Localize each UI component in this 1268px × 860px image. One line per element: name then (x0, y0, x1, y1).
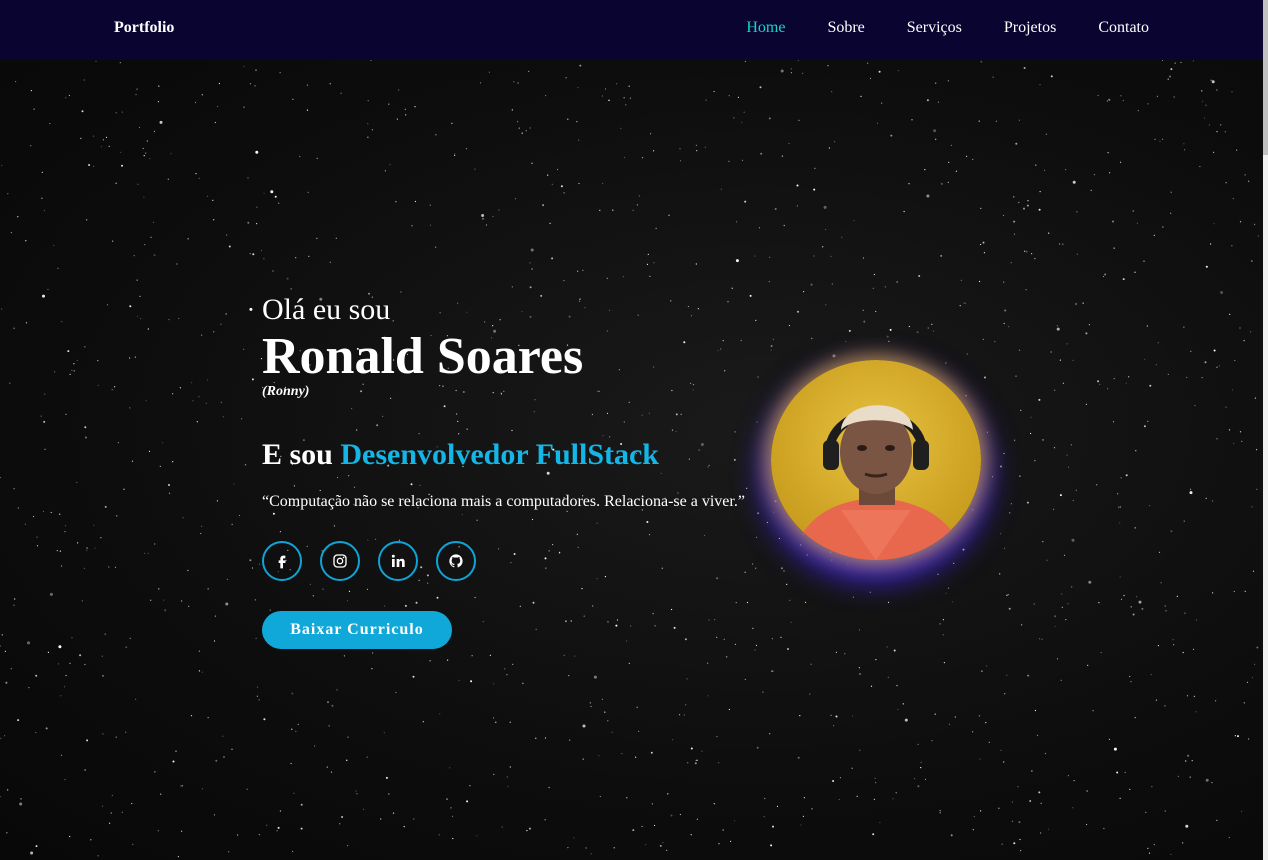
profile-photo (771, 360, 981, 560)
linkedin-link[interactable] (378, 541, 418, 581)
github-icon (449, 554, 463, 568)
hero-section: Olá eu sou Ronald Soares (Ronny) E sou D… (262, 292, 762, 649)
logo[interactable]: Portfolio (114, 19, 174, 37)
nav-servicos[interactable]: Serviços (907, 19, 962, 37)
main-nav: Home Sobre Serviços Projetos Contato (704, 19, 1149, 37)
scrollbar-thumb[interactable] (1263, 0, 1268, 155)
role-prefix: E sou (262, 438, 333, 471)
page-scrollbar[interactable] (1263, 0, 1268, 860)
download-cv-button[interactable]: Baixar Curriculo (262, 611, 452, 649)
facebook-icon (278, 555, 286, 569)
role-heading: E sou Desenvolvedor FullStack (262, 437, 762, 473)
nickname-text: (Ronny) (262, 384, 310, 399)
nav-home[interactable]: Home (746, 19, 785, 37)
hero-name: Ronald Soares (262, 328, 584, 385)
instagram-icon (333, 554, 347, 568)
page: Portfolio Home Sobre Serviços Projetos C… (0, 0, 1268, 860)
quote-text: “Computação não se relaciona mais a comp… (262, 493, 745, 510)
nav-projetos[interactable]: Projetos (1004, 19, 1056, 37)
role-highlight: Desenvolvedor FullStack (340, 438, 659, 471)
nav-sobre[interactable]: Sobre (827, 19, 864, 37)
profile-photo-frame (771, 360, 981, 560)
nav-contato[interactable]: Contato (1098, 19, 1149, 37)
site-header: Portfolio Home Sobre Serviços Projetos C… (0, 0, 1263, 60)
github-link[interactable] (436, 541, 476, 581)
social-links (262, 541, 762, 581)
linkedin-icon (391, 554, 405, 567)
facebook-link[interactable] (262, 541, 302, 581)
greeting-text: Olá eu sou (262, 293, 391, 326)
instagram-link[interactable] (320, 541, 360, 581)
